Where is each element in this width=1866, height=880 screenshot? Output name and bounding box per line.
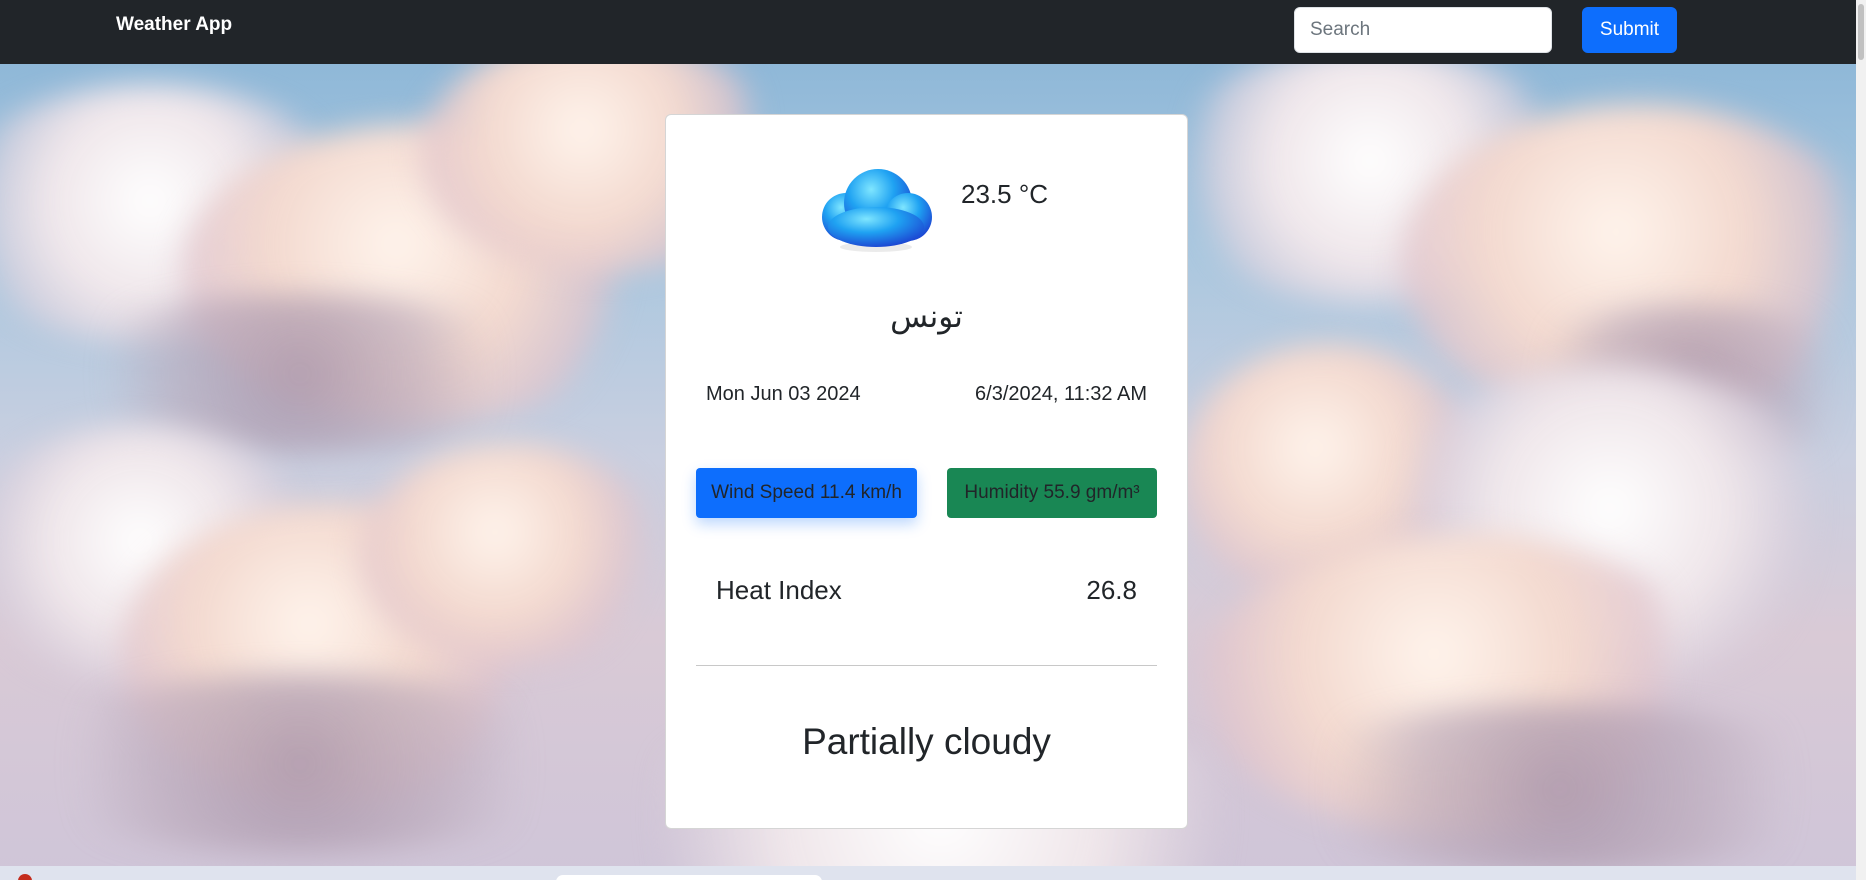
datetime-label: 6/3/2024, 11:32 AM: [975, 383, 1147, 405]
search-input[interactable]: [1294, 7, 1552, 53]
humidity-badge: Humidity 55.9 gm/m³: [947, 468, 1157, 518]
navbar: Weather App Submit: [0, 0, 1856, 64]
page-scrollbar[interactable]: [1856, 0, 1866, 880]
taskbar-search-pill[interactable]: [556, 875, 822, 880]
heat-index-label: Heat Index: [716, 575, 842, 605]
date-label: Mon Jun 03 2024: [706, 383, 861, 405]
heat-index-value: 26.8: [1086, 575, 1137, 605]
weather-condition: Partially cloudy: [802, 721, 1051, 762]
weather-card: 23.5 °C تونس Mon Jun 03 2024 6/3/2024, 1…: [665, 114, 1188, 829]
cloud-icon: [816, 161, 936, 257]
brand-link[interactable]: Weather App: [116, 14, 232, 36]
city-name: تونس: [890, 299, 963, 335]
taskbar-strip: [0, 866, 1856, 880]
scrollbar-thumb[interactable]: [1858, 4, 1864, 60]
wind-speed-badge: Wind Speed 11.4 km/h: [696, 468, 917, 518]
temperature-value: 23.5 °C: [961, 179, 1049, 209]
submit-button[interactable]: Submit: [1582, 7, 1677, 53]
divider: [696, 665, 1157, 666]
